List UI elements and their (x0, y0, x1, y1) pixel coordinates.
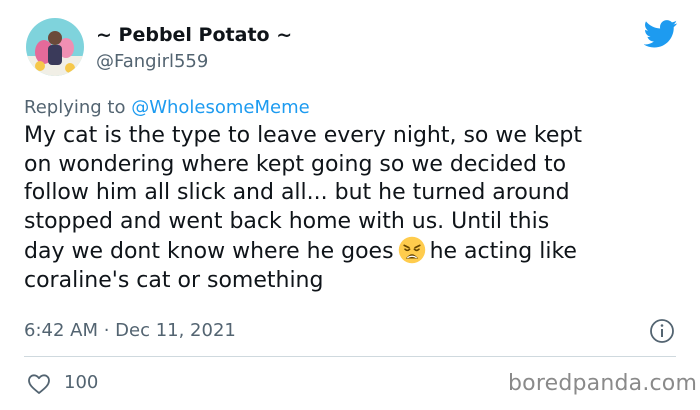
like-count[interactable]: 100 (64, 372, 98, 393)
tweet-line-segment: day we dont know where he goes (24, 239, 394, 264)
replying-to-label: Replying to (24, 97, 132, 118)
divider (24, 356, 676, 357)
tweet-line: stopped and went back home with us. Unti… (24, 208, 550, 234)
tweet-text: My cat is the type to leave every night,… (24, 122, 674, 295)
tweet-line: follow him all slick and all... but he t… (24, 180, 570, 205)
tweet-line: on wondering where kept going so we deci… (24, 151, 567, 177)
display-name[interactable]: ~ Pebbel Potato ~ (96, 24, 292, 46)
tweet-line: coraline's cat or something (24, 267, 324, 293)
tweet-timestamp[interactable]: 6:42 AM · Dec 11, 2021 (24, 320, 236, 341)
avatar[interactable] (26, 18, 84, 76)
tweet-line: My cat is the type to leave every night,… (24, 123, 582, 148)
weary-face-emoji-icon (398, 236, 425, 264)
tweet-line-segment: he acting like (429, 239, 577, 264)
user-handle[interactable]: @Fangirl559 (96, 51, 208, 72)
tweet-line: day we dont know where he goes he acting… (24, 236, 674, 267)
watermark: boredpanda.com (508, 371, 698, 396)
replying-to-line: Replying to @WholesomeMeme (24, 97, 310, 118)
heart-icon[interactable] (27, 373, 51, 395)
twitter-bird-icon[interactable] (644, 20, 678, 48)
info-icon[interactable] (649, 318, 675, 344)
reply-mention-link[interactable]: @WholesomeMeme (131, 97, 310, 118)
